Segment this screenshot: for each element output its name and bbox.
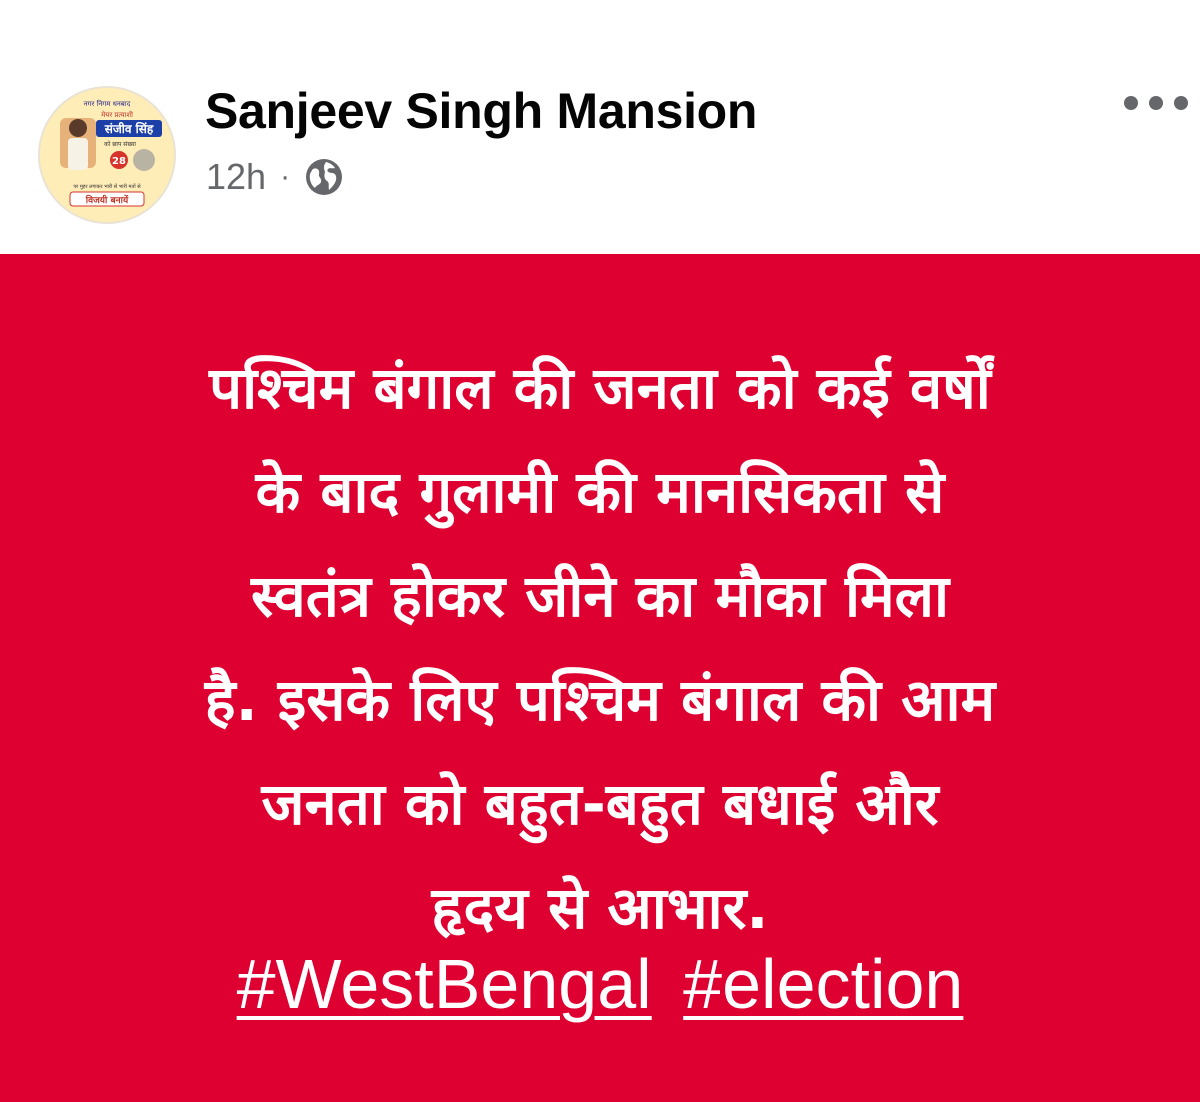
avatar-line4: पर मुहर लगाकर भारी से भारी मतों से bbox=[73, 183, 141, 190]
author-name[interactable]: Sanjeev Singh Mansion bbox=[205, 82, 757, 140]
post-line: है. इसके लिए पश्चिम बंगाल की आम bbox=[204, 666, 996, 734]
post-header: नगर निगम धनबाद मेयर प्रत्याशी संजीव सिंह… bbox=[0, 0, 1200, 254]
hashtag-westbengal-link[interactable]: #WestBengal bbox=[237, 945, 652, 1023]
post-message: पश्चिम बंगाल की जनता को कई वर्षों के बाद… bbox=[60, 336, 1140, 960]
hashtag-row: #WestBengal #election bbox=[0, 944, 1200, 1024]
more-horizontal-icon bbox=[1174, 96, 1188, 110]
post-line: के बाद गुलामी की मानसिकता से bbox=[255, 458, 945, 526]
post-text-background: पश्चिम बंगाल की जनता को कई वर्षों के बाद… bbox=[0, 254, 1200, 1102]
meta-separator: · bbox=[280, 160, 291, 193]
author-avatar[interactable]: नगर निगम धनबाद मेयर प्रत्याशी संजीव सिंह… bbox=[38, 86, 176, 224]
post-line: पश्चिम बंगाल की जनता को कई वर्षों bbox=[209, 354, 991, 422]
globe-icon[interactable] bbox=[304, 157, 344, 197]
post-line: जनता को बहुत-बहुत बधाई और bbox=[261, 770, 939, 838]
avatar-line2: मेयर प्रत्याशी bbox=[101, 110, 133, 119]
avatar-line1: नगर निगम धनबाद bbox=[84, 99, 131, 108]
more-options-button[interactable] bbox=[1124, 88, 1188, 118]
more-horizontal-icon bbox=[1124, 96, 1138, 110]
more-horizontal-icon bbox=[1149, 96, 1163, 110]
avatar-line3: को छाप संख्या bbox=[104, 140, 136, 148]
avatar-slogan: विजयी बनायें bbox=[85, 194, 129, 206]
post-meta: 12h · bbox=[206, 156, 344, 198]
campaign-poster-image: नगर निगम धनबाद मेयर प्रत्याशी संजीव सिंह… bbox=[40, 88, 174, 222]
post-line: स्वतंत्र होकर जीने का मौका मिला bbox=[250, 562, 950, 630]
post-timestamp[interactable]: 12h bbox=[206, 156, 266, 198]
facebook-post: नगर निगम धनबाद मेयर प्रत्याशी संजीव सिंह… bbox=[0, 0, 1200, 1102]
hashtag-election-link[interactable]: #election bbox=[683, 945, 963, 1023]
avatar-number: 28 bbox=[112, 156, 126, 167]
avatar-name: संजीव सिंह bbox=[104, 121, 154, 136]
